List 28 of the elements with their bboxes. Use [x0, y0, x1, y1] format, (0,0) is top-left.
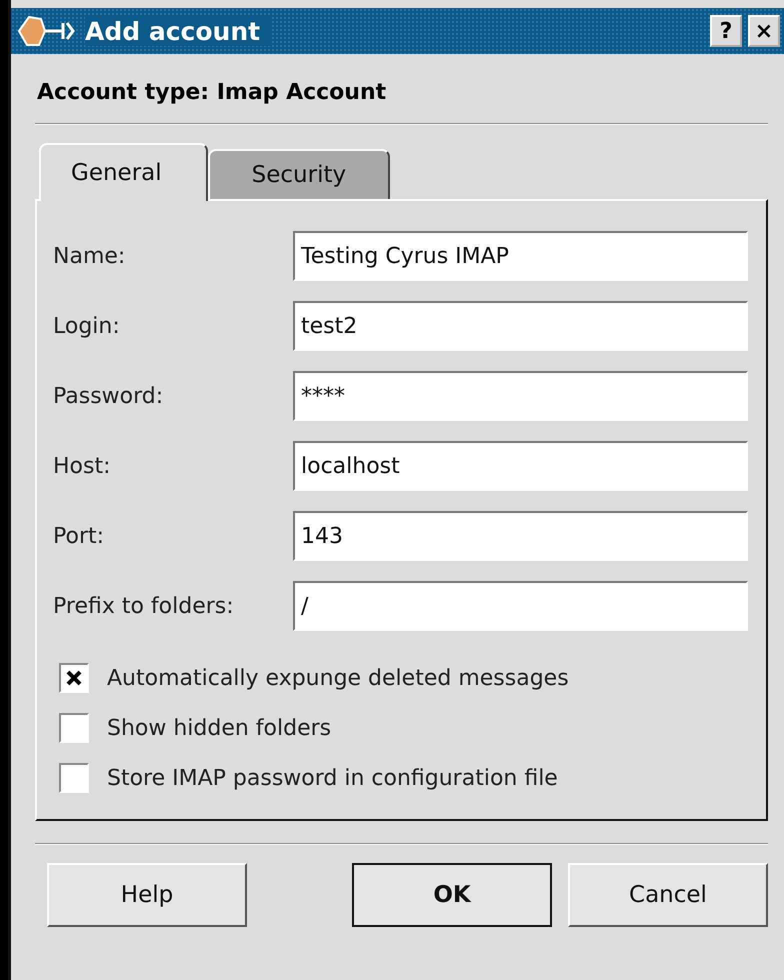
checkbox-label: Store IMAP password in configuration file	[107, 766, 558, 790]
input-field[interactable]: /	[293, 581, 748, 631]
field-label: Prefix to folders:	[53, 594, 235, 618]
checkbox-label: Show hidden folders	[107, 716, 332, 740]
cross-icon	[65, 669, 83, 687]
input-field[interactable]: ****	[293, 371, 748, 421]
input-field[interactable]: 143	[293, 511, 748, 561]
ok-button[interactable]: OK	[352, 863, 552, 927]
checkbox[interactable]	[59, 663, 89, 693]
help-button[interactable]: ?	[710, 15, 742, 47]
checkbox[interactable]	[59, 713, 89, 743]
input-field[interactable]: test2	[293, 301, 748, 351]
checkbox[interactable]	[59, 763, 89, 793]
input-field[interactable]: localhost	[293, 441, 748, 491]
input-field[interactable]: Testing Cyrus IMAP	[293, 231, 748, 281]
field-label: Host:	[53, 454, 112, 478]
account-type-heading: Account type: Imap Account	[37, 80, 388, 105]
tab[interactable]: General	[39, 143, 208, 201]
tab[interactable]: Security	[208, 149, 390, 199]
checkbox-label: Automatically expunge deleted messages	[107, 666, 569, 690]
help-button[interactable]: Help	[47, 863, 247, 927]
close-button[interactable]: ×	[748, 15, 780, 47]
window-title: Add account	[85, 16, 272, 46]
field-label: Password:	[53, 384, 164, 408]
field-label: Port:	[53, 524, 106, 548]
field-label: Name:	[53, 244, 126, 268]
cancel-button[interactable]: Cancel	[568, 863, 768, 927]
field-label: Login:	[53, 314, 121, 338]
